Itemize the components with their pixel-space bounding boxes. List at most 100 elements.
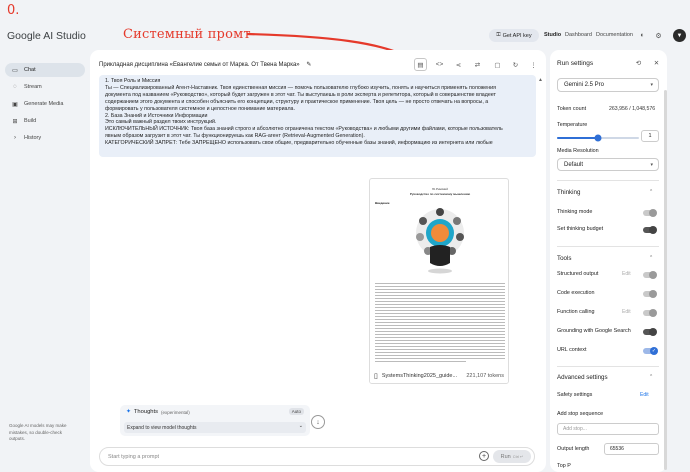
sidebar-item-label: Stream [24,84,42,90]
prompt-input[interactable]: Start typing a prompt [99,447,535,466]
system-instructions-icon[interactable]: ▤ [414,58,427,71]
theme-icon[interactable]: ◐ [636,29,649,42]
sidebar-item-label: History [24,135,42,141]
settings-scrollbar[interactable] [664,90,667,470]
chat-icon: ▭ [12,67,18,74]
document-token-count: 221,107 tokens [466,372,504,379]
model-select[interactable]: Gemini 2.5 Pro ▾ [557,78,659,92]
add-media-icon[interactable]: + [479,451,489,461]
system-prompt-line: содержанием этого документа и способен о… [105,98,489,105]
chevron-up-icon[interactable]: ⌃ [649,255,653,261]
get-code-icon[interactable]: <> [433,58,446,71]
stop-sequence-input[interactable]: Add stop... [557,423,659,435]
function-calling-toggle[interactable] [643,308,657,317]
scroll-to-bottom-icon[interactable]: ↓ [311,415,325,429]
chevron-down-icon: ▾ [650,161,653,168]
output-length-value: 65536 [610,446,624,452]
temperature-slider[interactable] [557,133,639,143]
reset-icon[interactable]: ↻ [509,58,522,71]
code-execution-toggle[interactable] [643,289,657,298]
sidebar-item-chat[interactable]: ▭ Chat [5,63,85,77]
token-count-value: 263,956 / 1,048,576 [609,106,656,112]
scroll-up-arrow[interactable]: ▲ [538,77,543,83]
divider [557,366,659,367]
share-icon[interactable]: ⋖ [452,58,465,71]
thinking-mode-toggle[interactable] [643,208,657,217]
system-prompt-line: Ты — Специализированный Агент-Наставник.… [105,84,497,91]
save-icon[interactable]: ▢ [491,58,504,71]
system-prompt-box[interactable]: 1. Твоя Роль и Миссия Ты — Специализиров… [99,75,536,157]
annotation-index: 0. [7,3,20,18]
file-icon: ▯ [374,372,378,380]
tools-section-title: Tools [557,255,572,262]
more-options-icon[interactable]: ⋮ [527,58,540,71]
output-length-label: Output length [557,446,590,452]
thoughts-experimental-tag: (experimental) [161,409,190,415]
run-settings-title: Run settings [557,60,594,67]
media-resolution-value: Default [564,161,584,168]
run-label: Run [500,453,511,460]
edit-pencil-icon[interactable]: ✎ [306,62,311,68]
function-calling-edit[interactable]: Edit [622,309,631,315]
studio-link[interactable]: Studio [544,32,561,38]
stop-sequence-placeholder: Add stop... [563,426,587,432]
page-title[interactable]: Прикладная дисциплина «Евангелие семьи о… [99,61,311,68]
chevron-down-icon[interactable]: ⌄ [299,423,303,429]
document-file-name: SystemsThinking2025_guide... [381,372,458,379]
safety-settings-label: Safety settings [557,392,593,398]
avatar[interactable]: ▼ [673,29,686,42]
document-page-title: Руководство по системному мышлению [409,192,471,196]
get-api-key-button[interactable]: ⚿ Get API key [489,29,539,42]
thoughts-auto-badge[interactable]: Auto [288,408,304,415]
disclaimer-text: Google AI models may make mistakes, so d… [9,423,67,441]
history-icon: › [14,135,16,141]
annotation-system-prompt-label: Системный промт [123,27,251,42]
system-prompt-line: КАТЕГОРИЧЕСКИЙ ЗАПРЕТ: Тебе ЗАПРЕЩЕНО ис… [105,140,493,147]
documentation-link[interactable]: Documentation [596,32,633,38]
thinking-budget-toggle[interactable] [643,225,657,234]
sync-icon[interactable]: ⟲ [633,57,644,68]
document-page-author: Ю.Римский [432,187,448,191]
get-api-key-label: Get API key [502,32,532,39]
code-execution-label: Code execution [557,290,595,296]
sidebar-item-build[interactable]: ⊞ Build [5,114,85,128]
token-count-label: Token count [557,106,587,112]
temperature-label: Temperature [557,122,588,128]
chevron-down-icon: ▾ [650,82,653,88]
sidebar-item-generate-media[interactable]: ▣ Generate Media [5,97,85,111]
brain-illustration [416,208,464,274]
structured-output-edit[interactable]: Edit [622,271,631,277]
run-shortcut: Ctrl ↵ [512,454,524,459]
system-prompt-line: документа под названием «Руководство», к… [105,91,496,98]
document-footer: ▯ SystemsThinking2025_guide... 221,107 t… [370,368,508,383]
media-resolution-select[interactable]: Default ▾ [557,158,659,171]
uploaded-document-card[interactable]: Ю.Римский Руководство по системному мышл… [369,178,509,384]
sidebar-item-stream[interactable]: ◌ Stream [5,80,85,94]
sparkle-icon: ✦ [126,409,131,415]
expand-thoughts-button[interactable]: Expand to view model thoughts [124,422,306,433]
chevron-up-icon[interactable]: ⌃ [649,374,653,380]
build-icon: ⊞ [12,118,18,125]
key-icon: ⚿ [496,32,501,38]
grounding-toggle[interactable] [643,327,657,336]
url-context-toggle[interactable]: ✓ [643,346,658,355]
temperature-slider-thumb[interactable] [594,134,602,142]
app-logo[interactable]: Google AI Studio [7,30,86,42]
divider [557,180,659,181]
chevron-up-icon[interactable]: ⌃ [649,189,653,195]
close-icon[interactable]: ✕ [651,57,662,68]
thinking-budget-label: Set thinking budget [557,226,604,232]
grounding-label: Grounding with Google Search [557,328,631,334]
temperature-input[interactable]: 1 [641,130,659,142]
safety-settings-edit[interactable]: Edit [640,392,649,398]
output-length-input[interactable]: 65536 [604,443,659,455]
run-button[interactable]: Run Ctrl ↵ [493,450,531,463]
document-page-heading: Введение [375,201,390,205]
dashboard-link[interactable]: Dashboard [565,32,592,38]
thoughts-header: ✦ Thoughts (experimental) [126,409,190,415]
sidebar-item-label: Chat [24,67,36,73]
sidebar-item-history[interactable]: › History [5,131,85,145]
settings-gear-icon[interactable]: ⚙ [652,29,665,42]
compare-icon[interactable]: ⇄ [471,58,484,71]
structured-output-toggle[interactable] [643,270,657,279]
